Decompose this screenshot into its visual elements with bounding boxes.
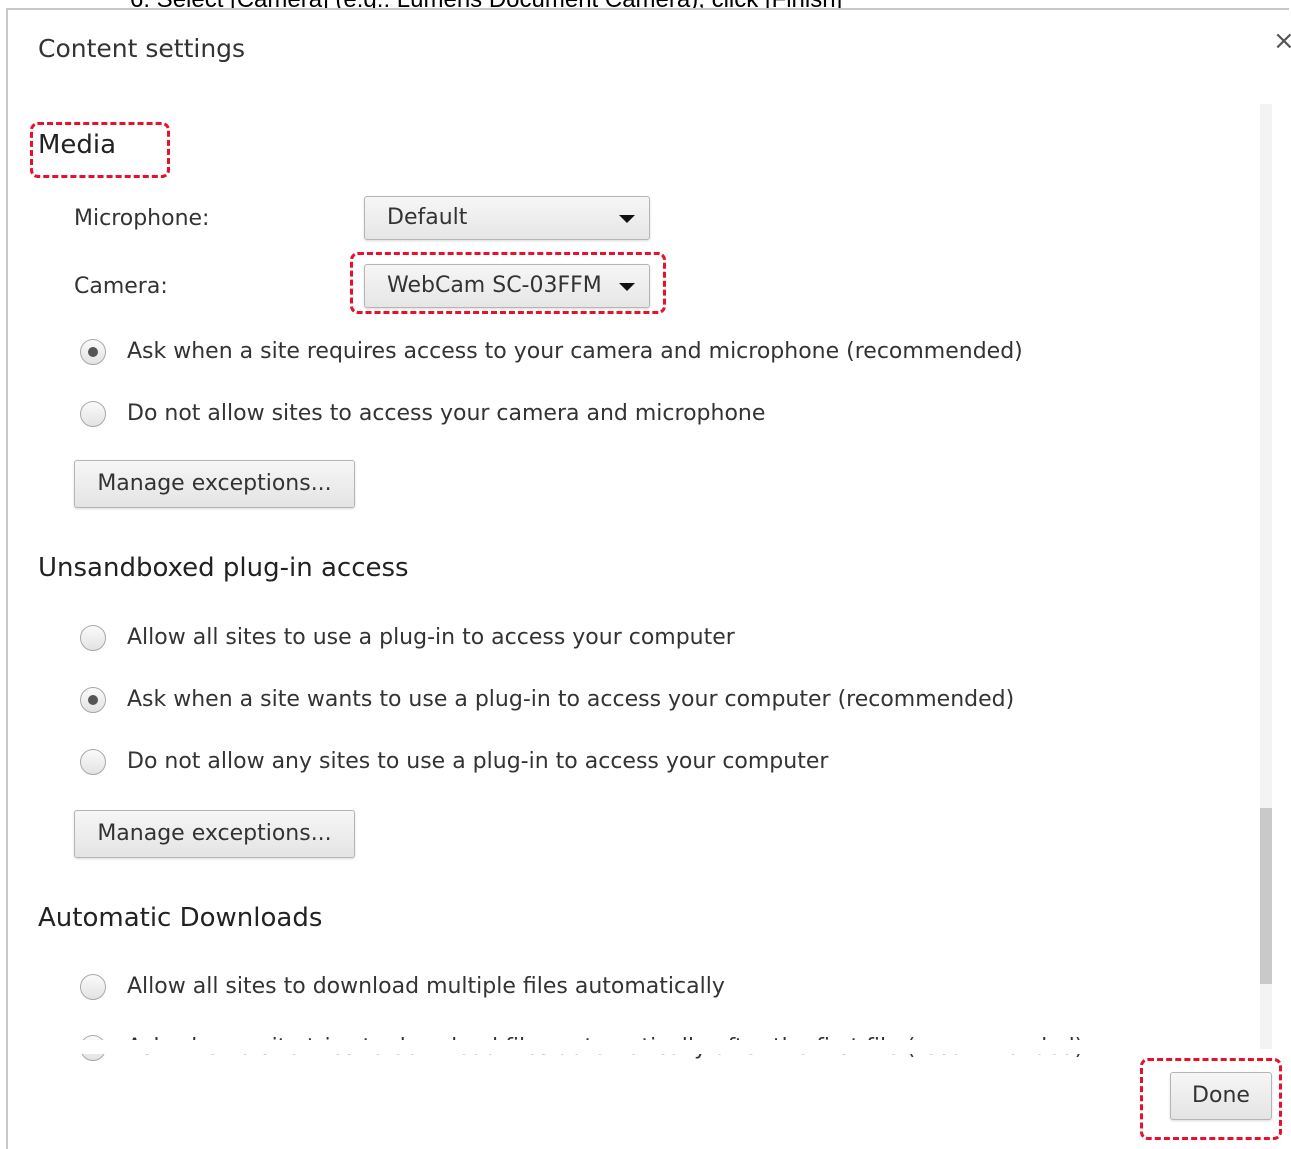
camera-select-value: WebCam SC-03FFM	[387, 273, 602, 298]
chevron-down-icon	[619, 215, 635, 223]
microphone-select[interactable]: Default	[364, 196, 650, 240]
scroll-clip-edge	[16, 1040, 1256, 1054]
plugin-heading: Unsandboxed plug-in access	[38, 553, 409, 583]
media-manage-exceptions-button[interactable]: Manage exceptions...	[74, 460, 355, 508]
close-icon[interactable]: ×	[1273, 28, 1291, 54]
plugin-option-block-label: Do not allow any sites to use a plug-in …	[127, 749, 829, 774]
camera-select[interactable]: WebCam SC-03FFM	[364, 264, 650, 308]
content-settings-dialog: Content settings × Media Microphone: Def…	[6, 8, 1291, 1149]
microphone-select-value: Default	[387, 205, 468, 230]
media-option-block-label: Do not allow sites to access your camera…	[127, 401, 766, 426]
done-button[interactable]: Done	[1170, 1072, 1272, 1120]
camera-label: Camera:	[74, 274, 168, 299]
radio-button-icon	[80, 625, 106, 651]
radio-button-icon	[80, 401, 106, 427]
radio-button-icon	[80, 339, 106, 365]
plugin-option-ask-label: Ask when a site wants to use a plug-in t…	[127, 687, 1015, 712]
plugin-manage-exceptions-button[interactable]: Manage exceptions...	[74, 810, 355, 858]
scrollbar-thumb[interactable]	[1260, 808, 1272, 984]
radio-button-icon	[80, 974, 106, 1000]
radio-button-icon	[80, 687, 106, 713]
media-option-ask-label: Ask when a site requires access to your …	[127, 339, 1023, 364]
chevron-down-icon	[619, 283, 635, 291]
dialog-title: Content settings	[38, 34, 246, 63]
downloads-heading: Automatic Downloads	[38, 903, 323, 933]
microphone-label: Microphone:	[74, 206, 210, 231]
radio-button-icon	[80, 749, 106, 775]
downloads-option-allow-label: Allow all sites to download multiple fil…	[127, 974, 725, 999]
plugin-option-allow-label: Allow all sites to use a plug-in to acce…	[127, 625, 735, 650]
media-heading: Media	[38, 130, 117, 160]
